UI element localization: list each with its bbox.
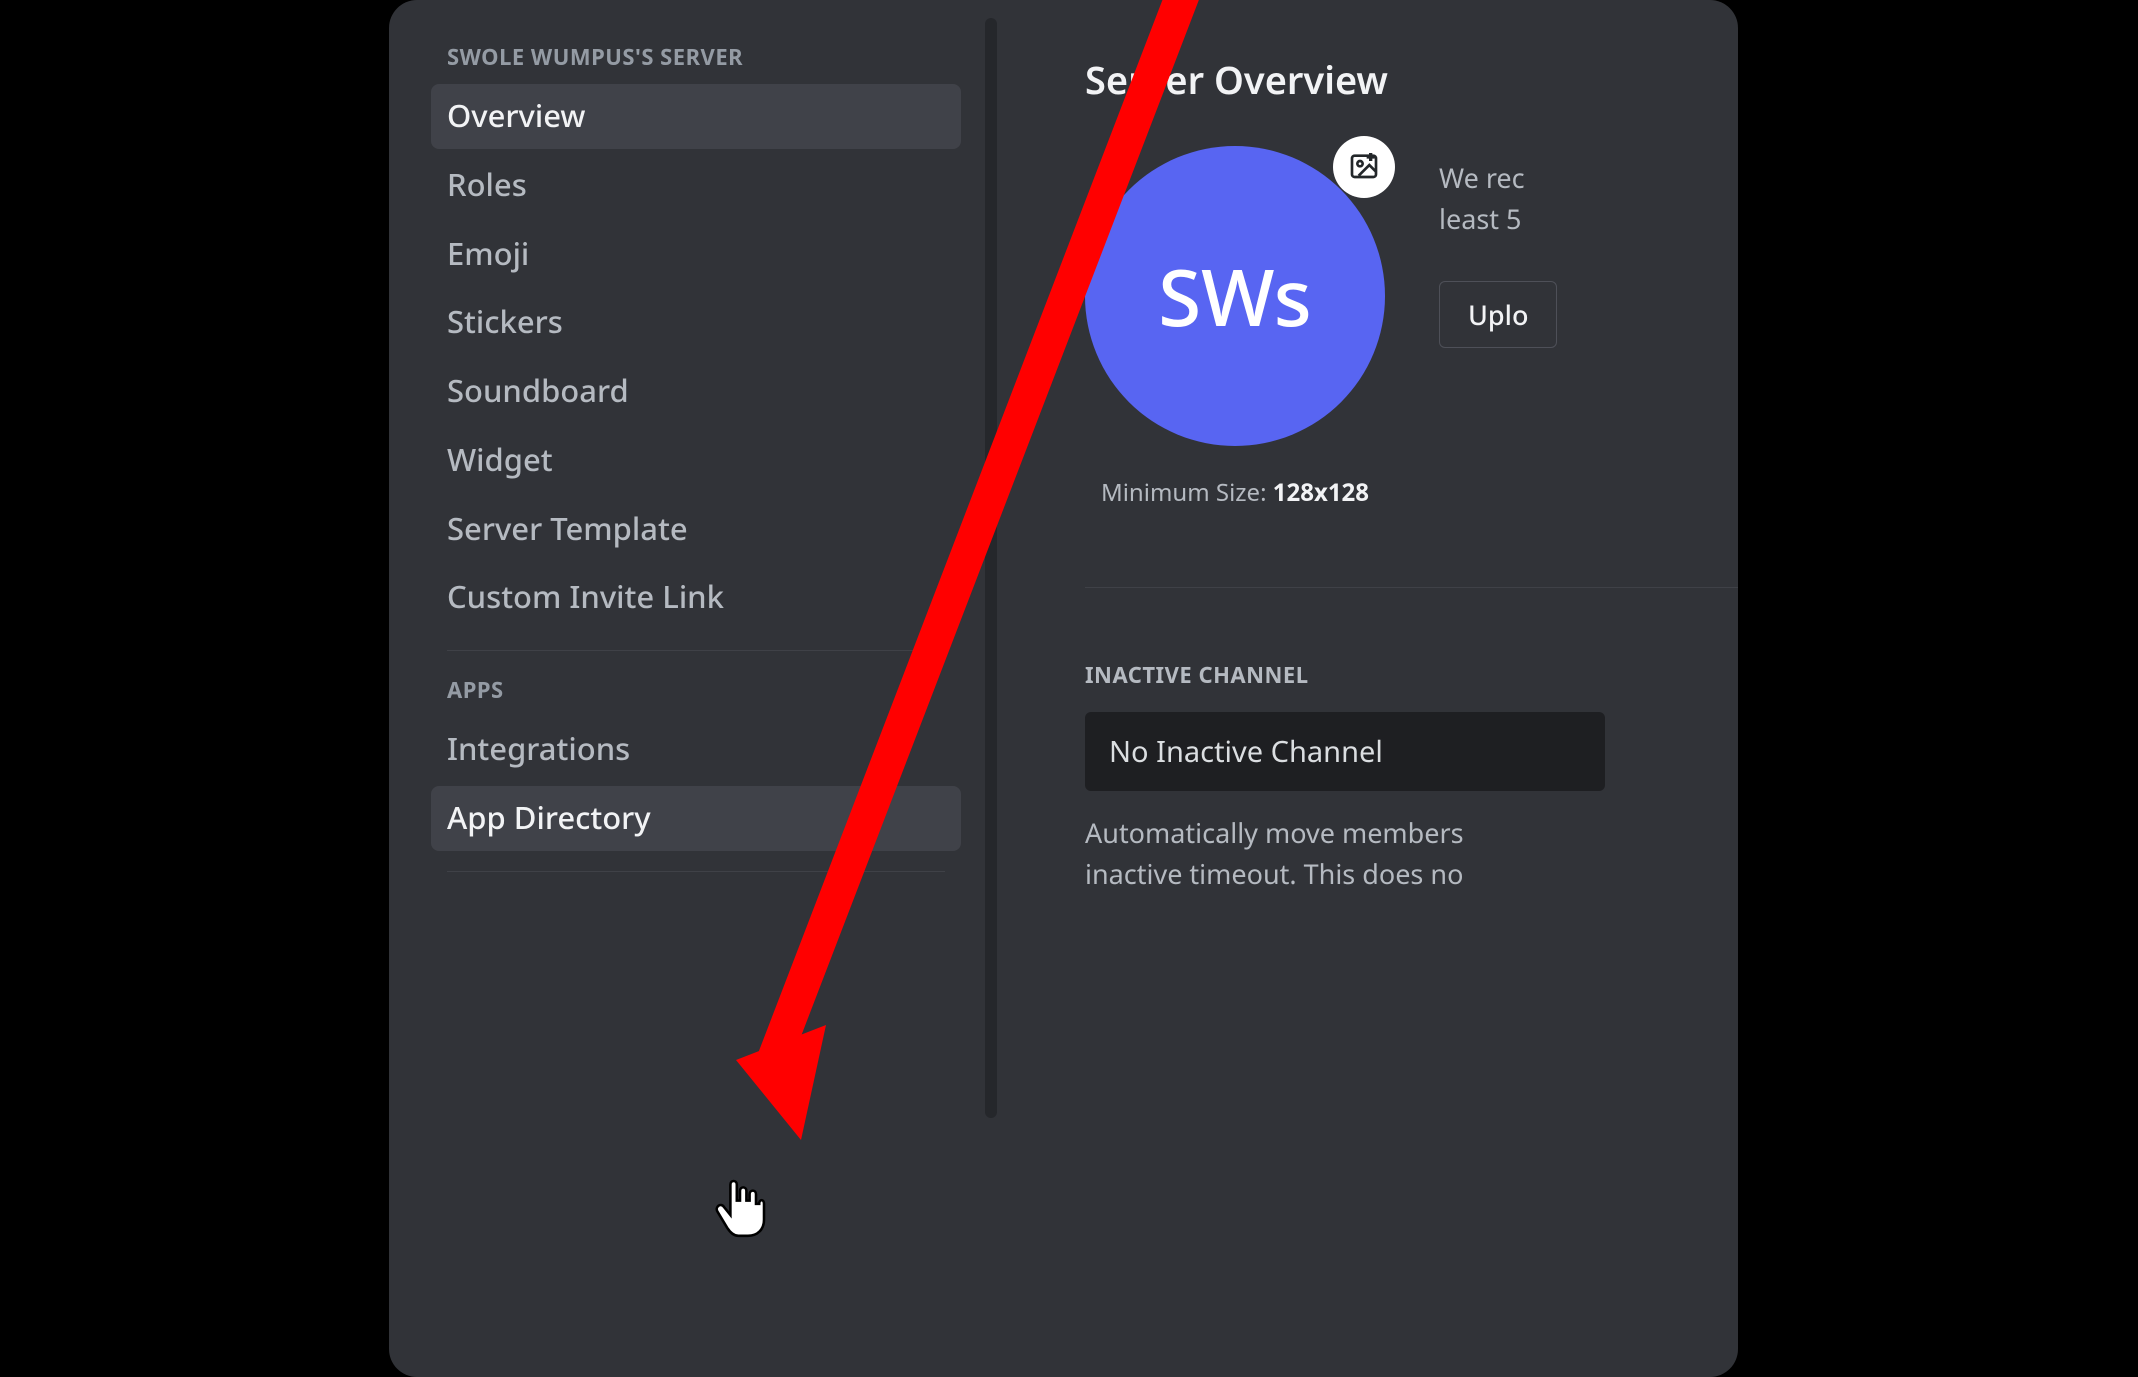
- sidebar-item-server-template[interactable]: Server Template: [431, 497, 961, 562]
- sidebar-item-label: Stickers: [447, 301, 563, 343]
- add-image-icon: [1348, 149, 1380, 186]
- upload-image-button[interactable]: Uplo: [1439, 281, 1557, 348]
- server-initials: SWs: [1158, 243, 1311, 349]
- sidebar-divider: [447, 871, 945, 872]
- inactive-channel-label: INACTIVE CHANNEL: [1085, 660, 1738, 690]
- icon-recommendation: We rec least 5 Uplo: [1439, 146, 1557, 348]
- sidebar-section-header-apps: APPS: [431, 675, 961, 717]
- sidebar-item-label: Integrations: [447, 728, 630, 770]
- sidebar-item-emoji[interactable]: Emoji: [431, 222, 961, 287]
- content-divider: [1085, 587, 1738, 588]
- sidebar-item-label: Server Template: [447, 508, 688, 550]
- inactive-channel-help: Automatically move members inactive time…: [1085, 813, 1605, 894]
- settings-window: SWOLE WUMPUS'S SERVER Overview Roles Emo…: [389, 0, 1738, 1377]
- recommend-text-line: least 5: [1439, 199, 1557, 240]
- sidebar-item-widget[interactable]: Widget: [431, 428, 961, 493]
- recommend-text-line: We rec: [1439, 158, 1557, 199]
- sidebar-item-label: Roles: [447, 164, 527, 206]
- sidebar-item-label: Overview: [447, 95, 585, 137]
- sidebar-item-soundboard[interactable]: Soundboard: [431, 359, 961, 424]
- server-icon[interactable]: SWs: [1085, 146, 1385, 446]
- sidebar-item-stickers[interactable]: Stickers: [431, 290, 961, 355]
- dropdown-value: No Inactive Channel: [1109, 732, 1383, 771]
- sidebar-item-label: App Directory: [447, 797, 651, 839]
- settings-sidebar: SWOLE WUMPUS'S SERVER Overview Roles Emo…: [389, 0, 991, 1377]
- sidebar-item-app-directory[interactable]: App Directory: [431, 786, 961, 851]
- sidebar-item-overview[interactable]: Overview: [431, 84, 961, 149]
- sidebar-item-custom-invite-link[interactable]: Custom Invite Link: [431, 565, 961, 630]
- sidebar-item-label: Custom Invite Link: [447, 576, 724, 618]
- sidebar-divider: [447, 650, 945, 651]
- sidebar-item-label: Emoji: [447, 233, 529, 275]
- page-title: Server Overview: [1085, 54, 1738, 106]
- sidebar-item-label: Soundboard: [447, 370, 629, 412]
- inactive-channel-dropdown[interactable]: No Inactive Channel: [1085, 712, 1605, 791]
- sidebar-item-integrations[interactable]: Integrations: [431, 717, 961, 782]
- settings-content: Server Overview SWs: [991, 0, 1738, 1377]
- sidebar-section-header-server: SWOLE WUMPUS'S SERVER: [431, 42, 961, 84]
- server-icon-container: SWs Minimum Size: 128x128: [1085, 146, 1385, 509]
- upload-button-label: Uplo: [1468, 296, 1528, 333]
- sidebar-item-label: Widget: [447, 439, 553, 481]
- sidebar-item-roles[interactable]: Roles: [431, 153, 961, 218]
- min-size-hint: Minimum Size: 128x128: [1085, 476, 1385, 509]
- upload-image-badge[interactable]: [1333, 136, 1395, 198]
